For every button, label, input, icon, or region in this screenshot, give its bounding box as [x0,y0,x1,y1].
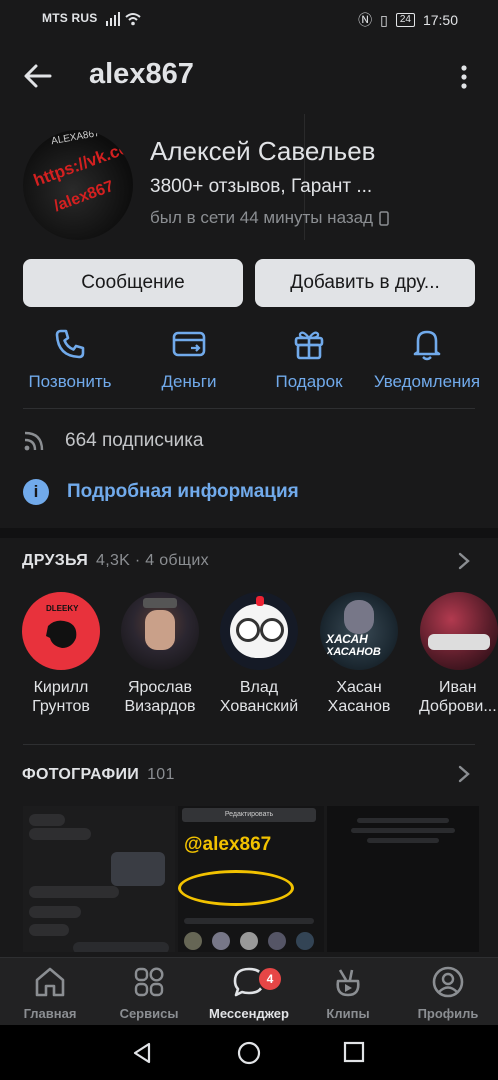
friend-avatar [420,592,498,670]
photo-thumbnail[interactable]: Редактировать @alex867 [178,806,324,952]
nfc-icon: Ⓝ [358,12,373,28]
tab-label: Сервисы [119,1006,179,1021]
tab-label: Профиль [417,1006,479,1021]
friend-avatar: DLEEKY [22,592,100,670]
friend-item[interactable]: Иван Доброви... [409,592,498,716]
tab-profile[interactable]: Профиль [398,964,498,1021]
message-button[interactable]: Сообщение [23,259,243,307]
back-arrow-icon[interactable] [22,60,54,92]
friends-title: ДРУЗЬЯ [22,552,89,569]
avatar-text-handle: /alex867 [51,177,117,216]
friend-last-name: Доброви... [419,698,497,715]
followers-row[interactable]: 664 подписчика [23,430,204,452]
chevron-right-icon[interactable] [457,551,471,571]
nav-recents-icon[interactable] [343,1041,365,1063]
status-bar: MTS RUS Ⓝ ▯ 24 17:50 [0,0,498,36]
friend-first-name: Кирилл [33,679,89,696]
divider [23,408,475,409]
followers-count: 664 подписчика [65,430,204,451]
battery-indicator: 24 [395,13,415,27]
money-label: Деньги [161,372,217,391]
photo-overlay-text: Редактировать [182,808,316,822]
friend-first-name: Влад [239,679,279,696]
tab-messenger[interactable]: 4 Мессенджер [199,964,299,1021]
rss-icon [24,431,44,451]
gift-icon [294,331,324,360]
mobile-device-icon [379,210,389,226]
gift-label: Подарок [275,372,343,391]
gift-action[interactable]: Подарок [250,326,368,392]
call-label: Позвонить [28,372,112,391]
divider [23,744,475,745]
friend-item[interactable]: Влад Хованский [209,592,309,716]
friend-first-name: Иван [439,679,477,696]
clock: 17:50 [422,12,458,28]
unread-badge: 4 [257,966,283,992]
profile-icon [432,966,464,998]
friends-meta: 4,3K · 4 общих [96,552,209,569]
phone-icon [55,329,85,359]
tab-label: Главная [23,1006,77,1021]
photo-overlay-handle: @alex867 [184,834,272,855]
nav-home-icon[interactable] [237,1041,261,1065]
bell-icon [413,330,441,361]
money-action[interactable]: Деньги [130,326,248,392]
photos-title: ФОТОГРАФИИ [22,766,140,783]
avatar-text: DLEEKY [46,604,79,613]
friends-header[interactable]: ДРУЗЬЯ 4,3K · 4 общих [22,552,209,570]
photos-header[interactable]: ФОТОГРАФИИ 101 [22,766,175,784]
profile-name: Алексей Савельев [150,136,376,166]
vibrate-icon: ▯ [380,11,388,28]
tab-home[interactable]: Главная [0,964,100,1021]
friend-item[interactable]: DLEEKY Кирилл Грунтов [11,592,111,716]
clips-icon [336,969,360,997]
details-link[interactable]: i Подробная информация [23,479,299,505]
friend-item[interactable]: ХАСАН ХАСАНОВ Хасан Хасанов [309,592,409,716]
system-nav-bar [0,1025,498,1080]
photo-thumbnail[interactable] [327,806,479,952]
avatar-text-top: ALEXA867 [50,130,101,148]
services-grid-icon [134,967,164,997]
bottom-tab-bar: Главная Сервисы 4 Мессенджер Клипы Профи… [0,957,498,1026]
friend-item[interactable]: Ярослав Визардов [110,592,210,716]
more-options-icon[interactable] [452,64,476,90]
friend-first-name: Хасан [336,679,382,696]
friend-avatar: ХАСАН ХАСАНОВ [320,592,398,670]
notifications-label: Уведомления [373,372,481,391]
friend-avatar [121,592,199,670]
last-seen-text: был в сети 44 минуты назад [150,208,374,227]
tab-label: Мессенджер [209,1006,289,1021]
call-action[interactable]: Позвонить [11,326,129,392]
home-icon [35,967,65,997]
last-seen: был в сети 44 минуты назад [150,208,389,228]
friend-last-name: Грунтов [32,698,90,715]
avatar[interactable]: ALEXA867 https://vk.com /alex867 [23,130,133,240]
friend-last-name: Хованский [219,698,299,715]
friend-first-name: Ярослав [127,679,193,696]
avatar-text: ХАСАН [326,632,368,646]
friend-last-name: Визардов [124,698,196,715]
info-icon: i [23,479,49,505]
signal-wifi-icon [106,12,141,26]
tab-services[interactable]: Сервисы [99,964,199,1021]
money-card-icon [172,331,206,357]
profile-status[interactable]: 3800+ отзывов, Гарант ... [150,176,372,198]
tab-label: Клипы [326,1006,370,1021]
avatar-text: ХАСАНОВ [326,646,381,658]
carrier-label: MTS RUS [42,11,98,25]
friend-avatar [220,592,298,670]
page-title: alex867 [89,58,194,90]
panther-logo-icon [46,620,77,648]
tab-clips[interactable]: Клипы [298,964,398,1021]
details-label: Подробная информация [67,481,299,502]
photos-count: 101 [147,766,175,783]
chevron-right-icon[interactable] [457,764,471,784]
nav-back-icon[interactable] [130,1041,154,1065]
notifications-action[interactable]: Уведомления [368,326,486,392]
section-gap [0,528,498,538]
photo-thumbnail[interactable] [23,806,175,952]
friend-last-name: Хасанов [327,698,391,715]
add-friend-button[interactable]: Добавить в дру... [255,259,475,307]
